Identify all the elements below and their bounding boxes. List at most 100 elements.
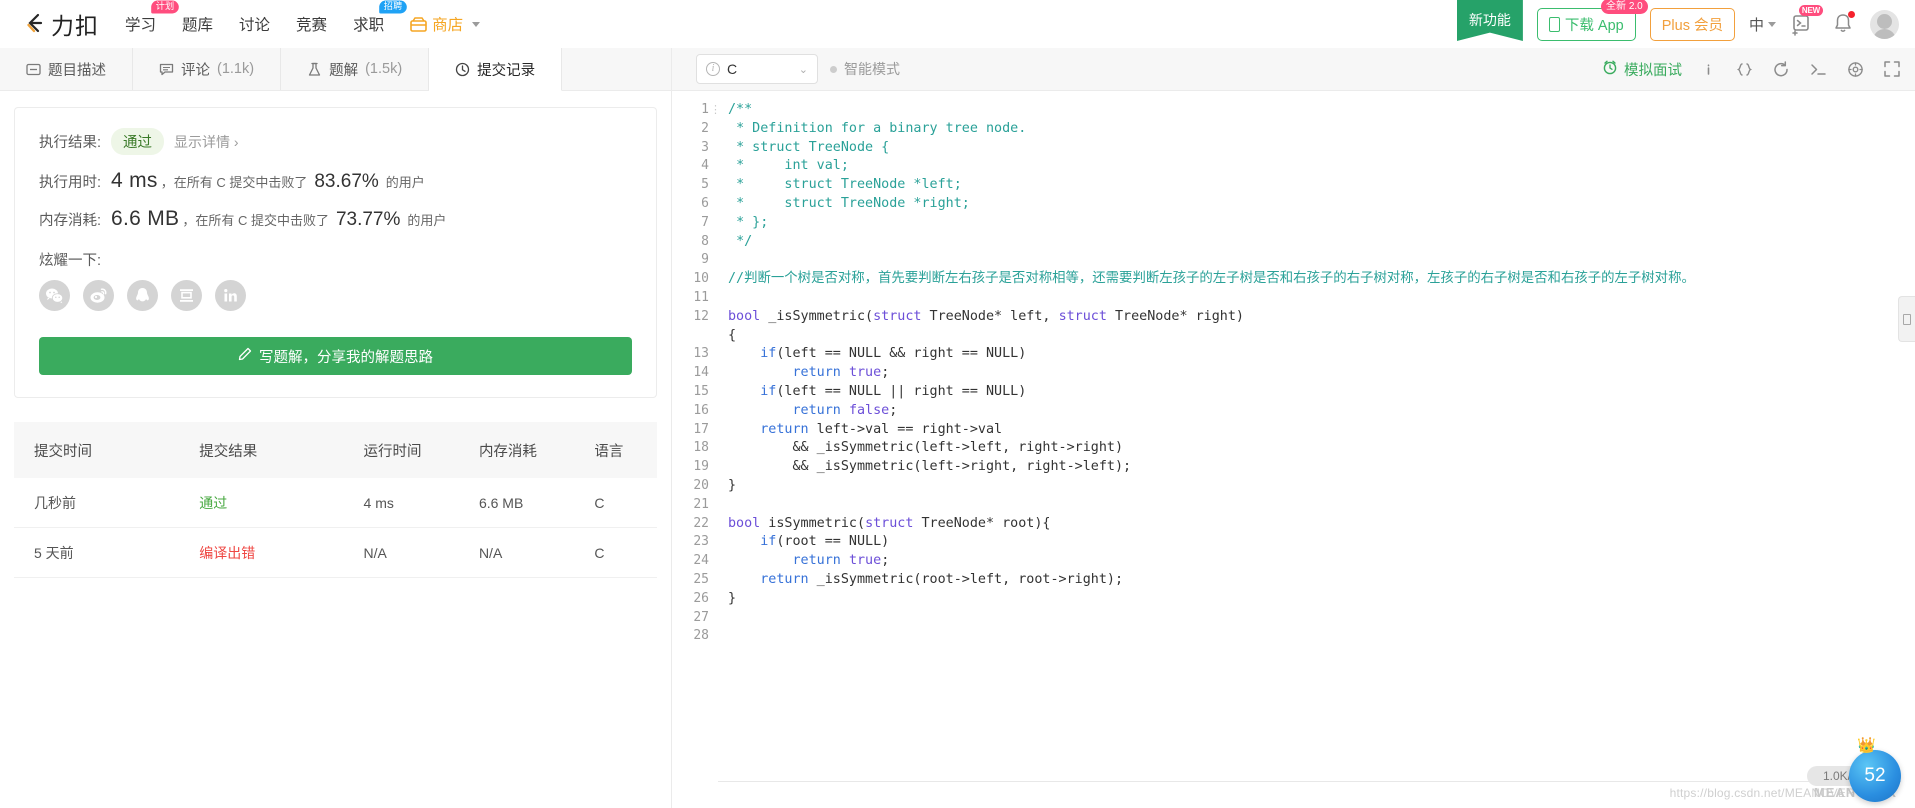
- tab-label: 评论: [181, 62, 210, 79]
- panel-icon: [1903, 313, 1911, 325]
- reset-code-button[interactable]: [1772, 60, 1791, 78]
- runtime-comparison-text: ，在所有 C 提交中击败了: [160, 175, 308, 190]
- runtime-row: 执行用时: 4 ms ，在所有 C 提交中击败了 83.67% 的用户: [39, 169, 632, 193]
- code-editor[interactable]: 1 2 3 4 5 6 7 8 9 10 11 12 13 14 15 16 17 18 19 20 21 22 23 24 2…: [672, 91, 1915, 808]
- cell-submit-result[interactable]: 编译出错: [199, 545, 255, 561]
- notifications-button[interactable]: [1830, 11, 1856, 37]
- editor-toolbar-right: 模拟面试: [1602, 59, 1901, 80]
- wechat-icon[interactable]: [39, 280, 70, 311]
- smart-mode-label: 智能模式: [844, 61, 900, 77]
- nav-item-problems[interactable]: 题库: [182, 11, 213, 37]
- write-solution-button[interactable]: 写题解，分享我的解题思路: [39, 337, 632, 375]
- download-app-button[interactable]: 下载 App 全新 2.0: [1536, 0, 1648, 41]
- nav-item-label: 竞赛: [296, 17, 328, 34]
- plus-member-label: Plus 会员: [1661, 17, 1723, 34]
- cell-memory: N/A: [478, 544, 503, 561]
- cell-submit-result[interactable]: 通过: [199, 495, 227, 511]
- code-content[interactable]: /** * Definition for a binary tree node.…: [718, 91, 1915, 808]
- format-code-button[interactable]: [1735, 61, 1754, 78]
- memory-comparison-text: ，在所有 C 提交中击败了: [182, 213, 329, 228]
- mock-interview-label: 模拟面试: [1624, 62, 1682, 79]
- side-panel-toggle[interactable]: [1898, 296, 1915, 342]
- runtime-label: 执行用时:: [39, 175, 102, 191]
- fullscreen-button[interactable]: [1883, 60, 1901, 78]
- problem-tab-bar: 题目描述 评论 (1.1k) 题解 (1.5k) 提交记录: [0, 48, 671, 91]
- tab-solutions[interactable]: 题解 (1.5k): [281, 48, 430, 90]
- chevron-down-icon: [472, 21, 481, 27]
- smart-mode-indicator: [830, 65, 837, 73]
- nav-item-contest[interactable]: 竞赛: [296, 11, 327, 37]
- table-row[interactable]: 几秒前 通过 4 ms 6.6 MB C: [14, 478, 657, 528]
- console-button[interactable]: [1809, 61, 1828, 78]
- floating-badge-count[interactable]: 52: [1849, 750, 1901, 802]
- douban-icon[interactable]: [171, 280, 202, 311]
- result-card: 执行结果: 通过 显示详情 › 执行用时: 4 ms ，在所有 C 提交中击败了…: [14, 107, 657, 398]
- memory-label: 内存消耗:: [39, 213, 102, 229]
- memory-percentile: 73.77%: [335, 209, 401, 230]
- nav-item-label: 求职: [353, 17, 385, 34]
- plus-member-button[interactable]: Plus 会员: [1649, 7, 1735, 41]
- cell-runtime: N/A: [363, 544, 387, 561]
- show-details-link[interactable]: 显示详情 ›: [174, 132, 239, 152]
- share-label: 炫耀一下:: [39, 253, 102, 269]
- mock-interview-button[interactable]: 模拟面试: [1602, 59, 1682, 80]
- tab-comments[interactable]: 评论 (1.1k): [133, 48, 282, 90]
- editor-toolbar: i C ⌄ 智能模式 模拟面试: [672, 48, 1915, 91]
- top-navigation-bar: 力扣 学习 计划 题库 讨论 竞赛 求职 招聘 商店 新功能 下载 App 全新…: [0, 0, 1915, 48]
- share-icon-row: [39, 280, 632, 311]
- nav-item-discuss[interactable]: 讨论: [239, 11, 270, 37]
- description-icon: [26, 62, 41, 77]
- qq-icon[interactable]: [127, 280, 158, 311]
- fold-indicator: ⋮: [710, 104, 721, 116]
- nav-item-label: 商店: [432, 17, 464, 34]
- settings-button[interactable]: [1846, 60, 1865, 79]
- table-row[interactable]: 5 天前 编译出错 N/A N/A C: [14, 528, 657, 578]
- flask-icon: [307, 62, 322, 77]
- logo-text: 力扣: [51, 13, 99, 39]
- nav-badge-hiring: 招聘: [379, 0, 407, 14]
- nav-item-store[interactable]: 商店: [410, 11, 481, 37]
- nav-item-study[interactable]: 学习 计划: [125, 0, 179, 37]
- crown-icon: 👑: [1856, 737, 1876, 754]
- status-badge: 通过: [111, 128, 164, 155]
- download-app-badge: 全新 2.0: [1601, 0, 1648, 14]
- floating-widget[interactable]: 1.0K/s 👑 52: [1806, 737, 1901, 802]
- pencil-icon: [238, 347, 252, 365]
- header-memory: 内存消耗: [478, 443, 537, 460]
- cell-memory: 6.6 MB: [478, 494, 524, 511]
- terminal-add-button[interactable]: NEW: [1790, 5, 1823, 37]
- leetcode-logo[interactable]: 力扣: [22, 7, 99, 41]
- tab-count: (1.5k): [365, 61, 403, 77]
- language-selector[interactable]: i C ⌄: [696, 54, 818, 84]
- notification-dot: [1848, 11, 1855, 18]
- nav-item-label: 讨论: [239, 17, 271, 34]
- language-switcher[interactable]: 中: [1749, 14, 1776, 35]
- line-number-gutter: 1 2 3 4 5 6 7 8 9 10 11 12 13 14 15 16 17 18 19 20 21 22 23 24 2…: [672, 91, 718, 808]
- download-app-label: 下载 App: [1564, 17, 1624, 34]
- tab-label: 题解: [329, 62, 359, 79]
- smart-mode-toggle[interactable]: 智能模式: [830, 59, 900, 79]
- linkedin-icon[interactable]: [215, 280, 246, 311]
- weibo-icon[interactable]: [83, 280, 114, 311]
- info-button[interactable]: [1700, 61, 1717, 78]
- comment-icon: [159, 62, 174, 77]
- tab-submissions[interactable]: 提交记录: [429, 48, 563, 91]
- runtime-value: 4 ms: [111, 169, 158, 192]
- terminal-new-badge: NEW: [1798, 5, 1823, 16]
- nav-item-jobs[interactable]: 求职 招聘: [353, 0, 407, 37]
- cell-language: C: [594, 494, 605, 511]
- tab-count: (1.1k): [217, 61, 255, 77]
- result-label: 执行结果:: [39, 135, 102, 151]
- clock-icon: [455, 62, 470, 77]
- submissions-scroll-area: 执行结果: 通过 显示详情 › 执行用时: 4 ms ，在所有 C 提交中击败了…: [0, 91, 671, 808]
- language-value: C: [727, 61, 738, 77]
- chevron-down-icon: ⌄: [798, 63, 808, 76]
- tab-description[interactable]: 题目描述: [0, 48, 133, 90]
- language-current: 中: [1748, 16, 1764, 34]
- tab-label: 题目描述: [48, 62, 106, 79]
- nav-item-label: 题库: [182, 17, 214, 34]
- write-solution-label: 写题解，分享我的解题思路: [259, 349, 433, 366]
- new-feature-ribbon[interactable]: 新功能: [1456, 0, 1523, 41]
- table-header-row: 提交时间 提交结果 运行时间 内存消耗 语言: [14, 422, 657, 478]
- user-avatar[interactable]: [1870, 9, 1899, 39]
